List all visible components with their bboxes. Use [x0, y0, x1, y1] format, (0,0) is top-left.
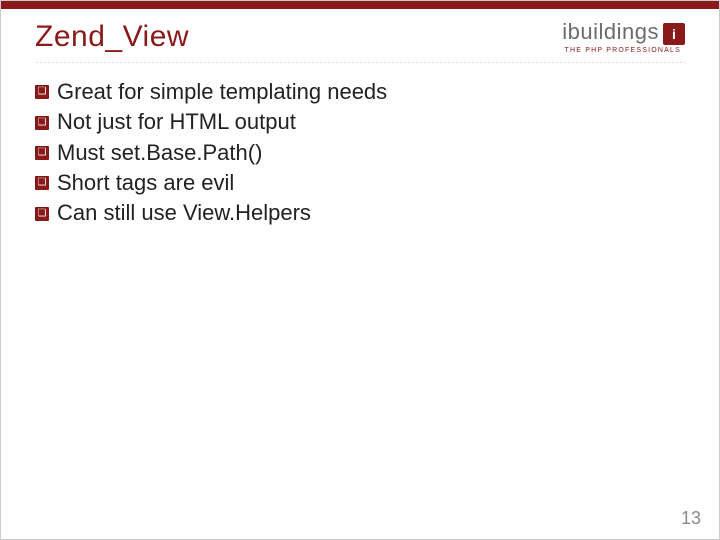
page-number: 13: [681, 508, 701, 529]
logo-text: ibuildings: [562, 19, 659, 45]
checkbox-icon: ❏: [35, 176, 49, 190]
page-title: Zend_View: [35, 20, 189, 54]
logo-tagline: THE PHP PROFESSIONALS: [565, 47, 681, 54]
list-item: ❏ Not just for HTML output: [35, 107, 685, 137]
bullet-text: Not just for HTML output: [57, 107, 296, 137]
bullet-text: Great for simple templating needs: [57, 77, 387, 107]
header: Zend_View ibuildings i THE PHP PROFESSIO…: [1, 9, 719, 60]
checkbox-icon: ❏: [35, 207, 49, 221]
logo-main: ibuildings i: [562, 19, 685, 45]
bullet-text: Must set.Base.Path(): [57, 138, 262, 168]
list-item: ❏ Can still use View.Helpers: [35, 198, 685, 228]
top-accent-bar: [1, 1, 719, 9]
logo-badge-icon: i: [663, 23, 685, 45]
checkbox-icon: ❏: [35, 146, 49, 160]
slide: Zend_View ibuildings i THE PHP PROFESSIO…: [0, 0, 720, 540]
content: ❏ Great for simple templating needs ❏ No…: [1, 63, 719, 229]
list-item: ❏ Short tags are evil: [35, 168, 685, 198]
list-item: ❏ Great for simple templating needs: [35, 77, 685, 107]
bullet-text: Short tags are evil: [57, 168, 234, 198]
bullet-text: Can still use View.Helpers: [57, 198, 311, 228]
logo: ibuildings i THE PHP PROFESSIONALS: [562, 19, 685, 54]
checkbox-icon: ❏: [35, 85, 49, 99]
checkbox-icon: ❏: [35, 116, 49, 130]
list-item: ❏ Must set.Base.Path(): [35, 138, 685, 168]
